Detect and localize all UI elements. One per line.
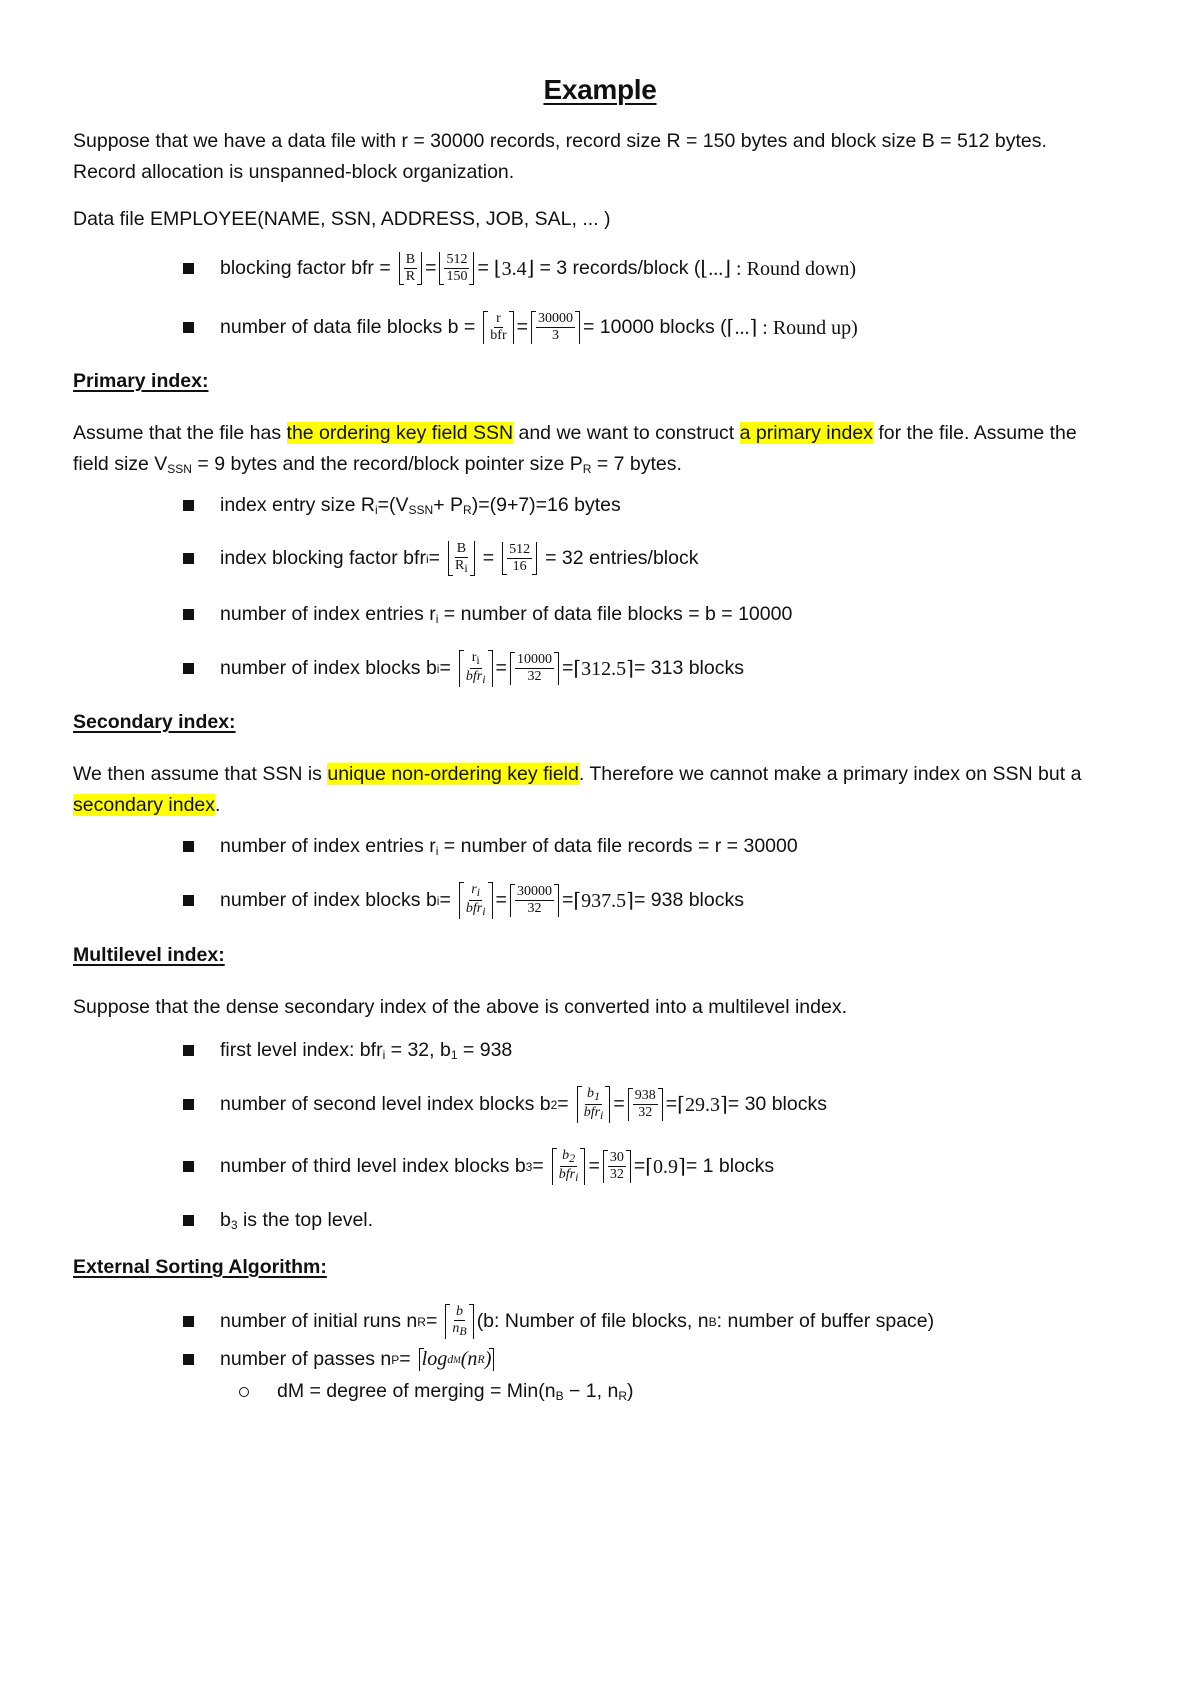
square-bullet-icon [183, 1354, 194, 1365]
bullet-initial-runs: number of initial runs nR = b nB (b: Numb… [183, 1304, 934, 1339]
bullet-index-blocking-factor: index blocking factor bfr i = B Ri = 512 16 … [183, 541, 698, 576]
log-formula: log dM (n R) [418, 1348, 495, 1371]
fraction-b2-over-bfri: b2 bfri [558, 1148, 579, 1184]
square-bullet-icon [183, 841, 194, 852]
square-bullet-icon [183, 1316, 194, 1327]
square-bullet-icon [183, 263, 194, 274]
square-bullet-icon [183, 1045, 194, 1056]
bullet-first-level: first level index: bfri = 32, b1 = 938 [183, 1039, 512, 1062]
bullet-blocking-factor: blocking factor bfr = BR = 512 150 = ⌊3.4… [183, 252, 856, 285]
multilevel-paragraph: Suppose that the dense secondary index o… [73, 996, 847, 1018]
heading-secondary-index: Secondary index: [73, 711, 236, 733]
fraction-30000-over-32: 30000 32 [514, 884, 554, 916]
square-bullet-icon [183, 1161, 194, 1172]
document-page: Example Suppose that we have a data file… [0, 0, 1200, 1697]
square-bullet-icon [183, 1099, 194, 1110]
square-bullet-icon [183, 609, 194, 620]
bullet-second-level: number of second level index blocks b2 =… [183, 1086, 827, 1123]
fraction-ri-over-bfri: ri bfri [465, 882, 486, 918]
fraction-ri-over-bfri: ri bfri [465, 650, 486, 686]
square-bullet-icon [183, 553, 194, 564]
fraction-10000-over-32: 10000 32 [514, 652, 554, 684]
square-bullet-icon [183, 663, 194, 674]
square-bullet-icon [183, 895, 194, 906]
fraction-B-over-Ri: B Ri [454, 541, 469, 575]
data-file-definition: Data file EMPLOYEE(NAME, SSN, ADDRESS, J… [73, 208, 611, 230]
fraction-30000-over-3: 30000 3 [536, 311, 575, 343]
bullet-top-level: b3 is the top level. [183, 1209, 373, 1232]
square-bullet-icon [183, 322, 194, 333]
heading-primary-index: Primary index: [73, 370, 209, 392]
bullet-data-file-blocks: number of data file blocks b = r bfr = 30… [183, 311, 858, 344]
bullet-index-entry-size: index entry size Ri=(VSSN+ PR)=(9+7)=16 … [183, 494, 621, 517]
square-bullet-icon [183, 1215, 194, 1226]
fraction-30-over-32: 30 32 [607, 1150, 626, 1182]
fraction-b-over-nB: b nB [452, 1304, 467, 1338]
bullet-primary-index-entries: number of index entries ri = number of d… [183, 603, 792, 626]
secondary-paragraph: We then assume that SSN is unique non-or… [73, 763, 1082, 816]
square-bullet-icon [183, 500, 194, 511]
bullet-primary-index-blocks: number of index blocks bi = ri bfri = 100… [183, 650, 744, 687]
highlight-unique-non-ordering: unique non-ordering key field [327, 763, 579, 785]
fraction-512-over-150: 512 150 [444, 252, 470, 284]
bullet-secondary-index-entries: number of index entries ri = number of d… [183, 835, 798, 858]
highlight-primary-index: a primary index [739, 422, 873, 444]
fraction-r-over-bfr: r bfr [490, 311, 507, 343]
highlight-ordering-key: the ordering key field SSN [286, 422, 514, 444]
sub-bullet-degree-of-merging: dM = degree of merging = Min(nB − 1, nR) [183, 1380, 634, 1403]
fraction-b1-over-bfri: b1 bfri [583, 1086, 604, 1122]
bullet-third-level: number of third level index blocks b3 = … [183, 1148, 774, 1185]
fraction-B-over-R: BR [403, 252, 418, 284]
bullet-number-of-passes: number of passes nP = log dM (n R) [183, 1348, 497, 1371]
highlight-secondary-index: secondary index [73, 794, 216, 816]
document-title: Example [543, 74, 657, 105]
fraction-512-over-16: 512 16 [507, 542, 533, 574]
bullet-secondary-index-blocks: number of index blocks bi = ri bfri = 300… [183, 882, 744, 919]
fraction-938-over-32: 938 32 [632, 1088, 658, 1120]
heading-multilevel-index: Multilevel index: [73, 944, 225, 966]
heading-external-sorting: External Sorting Algorithm: [73, 1256, 327, 1278]
circle-bullet-icon [239, 1386, 249, 1397]
intro-paragraph: Suppose that we have a data file with r … [73, 130, 1047, 183]
primary-paragraph: Assume that the file has the ordering ke… [73, 422, 1077, 476]
